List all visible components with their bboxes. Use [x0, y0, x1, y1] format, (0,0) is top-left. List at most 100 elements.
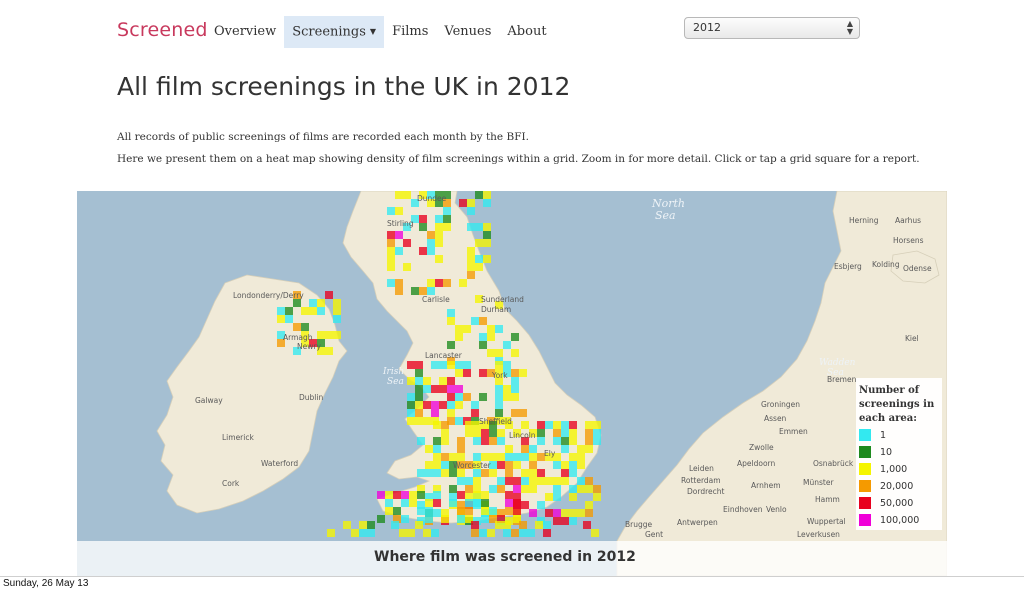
heat-cell[interactable]: [407, 409, 415, 417]
heat-cell[interactable]: [467, 263, 475, 271]
heat-cell[interactable]: [387, 279, 395, 287]
heat-cell[interactable]: [317, 299, 325, 307]
heat-cell[interactable]: [427, 247, 435, 255]
heat-cell[interactable]: [431, 361, 439, 369]
nav-films[interactable]: Films: [384, 16, 436, 48]
heat-cell[interactable]: [505, 469, 513, 477]
heat-cell[interactable]: [591, 529, 599, 537]
heat-cell[interactable]: [553, 429, 561, 437]
heat-cell[interactable]: [495, 409, 503, 417]
heat-cell[interactable]: [489, 437, 497, 445]
heat-cell[interactable]: [483, 191, 491, 199]
heat-cell[interactable]: [569, 429, 577, 437]
heat-cell[interactable]: [411, 287, 419, 295]
heat-cell[interactable]: [465, 421, 473, 429]
heat-cell[interactable]: [359, 529, 367, 537]
heat-cell[interactable]: [465, 477, 473, 485]
heat-cell[interactable]: [479, 393, 487, 401]
heat-cell[interactable]: [593, 437, 601, 445]
heat-cell[interactable]: [497, 437, 505, 445]
heat-cell[interactable]: [455, 325, 463, 333]
heat-cell[interactable]: [511, 333, 519, 341]
heat-cell[interactable]: [431, 385, 439, 393]
heat-cell[interactable]: [433, 499, 441, 507]
heat-cell[interactable]: [407, 393, 415, 401]
heat-cell[interactable]: [473, 491, 481, 499]
heat-cell[interactable]: [293, 299, 301, 307]
heat-cell[interactable]: [489, 485, 497, 493]
heat-cell[interactable]: [577, 485, 585, 493]
heat-cell[interactable]: [487, 529, 495, 537]
heat-cell[interactable]: [497, 477, 505, 485]
heat-cell[interactable]: [569, 517, 577, 525]
heat-cell[interactable]: [521, 469, 529, 477]
heat-cell[interactable]: [403, 263, 411, 271]
heat-cell[interactable]: [457, 437, 465, 445]
heat-cell[interactable]: [447, 317, 455, 325]
heat-cell[interactable]: [535, 521, 543, 529]
heat-cell[interactable]: [481, 507, 489, 515]
heat-cell[interactable]: [423, 417, 431, 425]
heat-cell[interactable]: [463, 393, 471, 401]
heat-cell[interactable]: [431, 409, 439, 417]
heat-cell[interactable]: [513, 507, 521, 515]
heat-cell[interactable]: [467, 207, 475, 215]
heat-cell[interactable]: [425, 515, 433, 523]
heat-cell[interactable]: [529, 477, 537, 485]
heat-cell[interactable]: [483, 223, 491, 231]
heat-cell[interactable]: [377, 515, 385, 523]
heat-cell[interactable]: [385, 491, 393, 499]
heat-cell[interactable]: [417, 437, 425, 445]
heat-cell[interactable]: [593, 429, 601, 437]
heat-cell[interactable]: [537, 429, 545, 437]
heat-cell[interactable]: [435, 223, 443, 231]
heat-cell[interactable]: [407, 401, 415, 409]
heat-cell[interactable]: [333, 299, 341, 307]
heat-cell[interactable]: [449, 485, 457, 493]
heat-cell[interactable]: [561, 509, 569, 517]
heat-cell[interactable]: [561, 517, 569, 525]
heat-cell[interactable]: [521, 477, 529, 485]
heat-cell[interactable]: [441, 515, 449, 523]
heat-cell[interactable]: [367, 529, 375, 537]
heat-cell[interactable]: [503, 385, 511, 393]
heat-cell[interactable]: [505, 491, 513, 499]
heat-cell[interactable]: [521, 453, 529, 461]
heat-cell[interactable]: [401, 499, 409, 507]
heat-cell[interactable]: [521, 445, 529, 453]
heat-cell[interactable]: [529, 469, 537, 477]
heat-cell[interactable]: [387, 255, 395, 263]
heat-cell[interactable]: [471, 521, 479, 529]
heat-cell[interactable]: [537, 421, 545, 429]
heat-cell[interactable]: [447, 393, 455, 401]
heat-cell[interactable]: [419, 247, 427, 255]
heat-cell[interactable]: [479, 317, 487, 325]
heat-cell[interactable]: [395, 287, 403, 295]
heat-cell[interactable]: [285, 315, 293, 323]
heat-cell[interactable]: [407, 361, 415, 369]
heat-cell[interactable]: [435, 231, 443, 239]
heat-cell[interactable]: [585, 509, 593, 517]
heat-cell[interactable]: [395, 279, 403, 287]
heat-cell[interactable]: [487, 349, 495, 357]
heat-cell[interactable]: [489, 453, 497, 461]
heat-cell[interactable]: [441, 453, 449, 461]
nav-venues[interactable]: Venues: [436, 16, 499, 48]
heat-cell[interactable]: [415, 401, 423, 409]
heat-cell[interactable]: [415, 361, 423, 369]
heat-cell[interactable]: [459, 279, 467, 287]
heat-cell[interactable]: [403, 239, 411, 247]
heat-cell[interactable]: [513, 477, 521, 485]
heat-cell[interactable]: [317, 331, 325, 339]
heat-cell[interactable]: [487, 325, 495, 333]
heat-cell[interactable]: [511, 409, 519, 417]
heat-cell[interactable]: [545, 421, 553, 429]
heat-cell[interactable]: [309, 307, 317, 315]
heat-cell[interactable]: [497, 461, 505, 469]
heat-cell[interactable]: [455, 417, 463, 425]
heat-cell[interactable]: [585, 429, 593, 437]
heat-cell[interactable]: [465, 499, 473, 507]
heat-cell[interactable]: [473, 453, 481, 461]
heat-cell[interactable]: [553, 477, 561, 485]
heat-cell[interactable]: [435, 279, 443, 287]
